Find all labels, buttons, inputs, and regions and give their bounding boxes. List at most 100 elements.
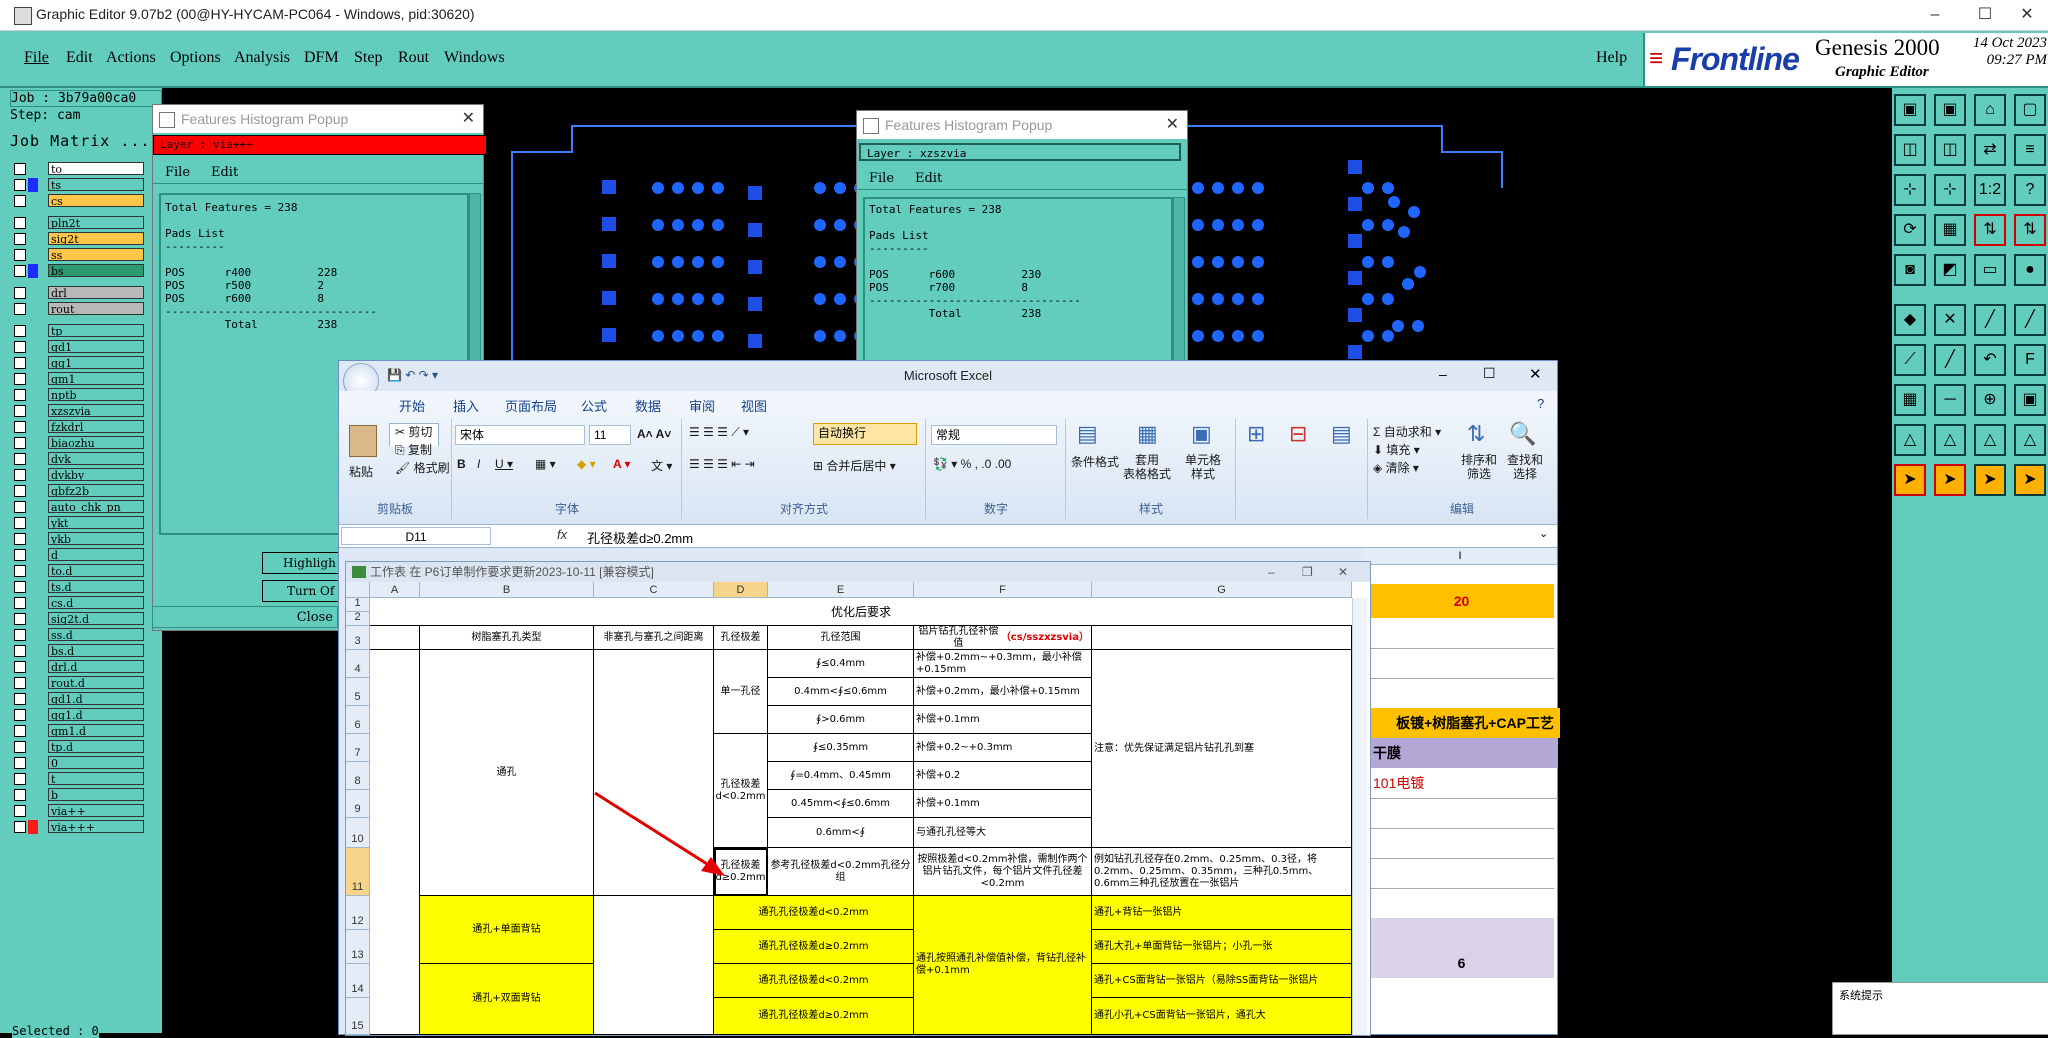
drill-pad[interactable] xyxy=(1232,293,1244,305)
square-pad[interactable] xyxy=(602,291,616,305)
drill-pad[interactable] xyxy=(672,182,684,194)
layer-checkbox[interactable] xyxy=(14,725,26,737)
bg-cell[interactable] xyxy=(1369,858,1554,889)
paste-button[interactable]: 粘贴 xyxy=(349,463,373,480)
drill-pad[interactable] xyxy=(834,256,846,268)
table-cell[interactable]: 补偿+0.1mm xyxy=(914,706,1092,734)
popup-menu-file[interactable]: File xyxy=(165,165,190,180)
square-pad[interactable] xyxy=(748,260,762,274)
toolbar-button-icon[interactable]: ╱ xyxy=(1934,344,1966,376)
find-select-button[interactable]: 查找和 选择 xyxy=(1507,453,1543,481)
table-cell[interactable]: 通孔孔径极差d≥0.2mm xyxy=(714,998,914,1035)
square-pad[interactable] xyxy=(748,223,762,237)
toolbar-button-icon[interactable]: △ xyxy=(1934,424,1966,456)
menu-analysis[interactable]: Analysis xyxy=(234,49,290,67)
layer-row[interactable]: xzszvia xyxy=(14,404,144,418)
bg-cell[interactable] xyxy=(1369,798,1554,829)
layer-checkbox[interactable] xyxy=(14,287,26,299)
row-header[interactable]: 11 xyxy=(346,848,370,896)
column-header[interactable]: A xyxy=(370,582,420,598)
merge-center-button[interactable]: ⊞ 合并后居中 ▾ xyxy=(813,457,896,474)
find-select-icon[interactable]: 🔍 xyxy=(1509,421,1536,447)
conditional-format-button[interactable]: 条件格式 xyxy=(1071,453,1119,470)
job-matrix-button[interactable]: Job Matrix ... xyxy=(10,132,160,150)
table-cell[interactable]: 通孔按照通孔补偿值补偿，背钻孔径补偿+0.1mm xyxy=(914,896,1092,1035)
square-pad[interactable] xyxy=(1348,308,1362,322)
layer-checkbox[interactable] xyxy=(14,469,26,481)
table-cell[interactable]: 树脂塞孔孔类型 xyxy=(420,626,594,650)
layer-row[interactable]: via++ xyxy=(14,804,144,818)
drill-pad[interactable] xyxy=(1362,219,1374,231)
toolbar-button-icon[interactable]: ⌂ xyxy=(1974,94,2006,126)
drill-pad[interactable] xyxy=(672,293,684,305)
layer-checkbox[interactable] xyxy=(14,533,26,545)
formula-input[interactable]: 孔径极差d≥0.2mm xyxy=(587,528,693,547)
layer-name[interactable]: ykt xyxy=(48,516,144,529)
square-pad[interactable] xyxy=(1348,197,1362,211)
drill-pad[interactable] xyxy=(1252,293,1264,305)
paste-icon[interactable] xyxy=(349,425,377,457)
drill-pad[interactable] xyxy=(652,219,664,231)
toolbar-button-icon[interactable]: ✕ xyxy=(1934,304,1966,336)
layer-name[interactable]: gg1 xyxy=(48,356,144,369)
layer-row[interactable]: ss xyxy=(14,248,144,262)
table-cell[interactable]: 通孔孔径极差d≥0.2mm xyxy=(714,930,914,964)
table-cell[interactable]: 补偿+0.1mm xyxy=(914,790,1092,818)
drill-pad[interactable] xyxy=(1192,330,1204,342)
layer-name[interactable]: sig2t xyxy=(48,232,144,245)
layer-checkbox[interactable] xyxy=(14,453,26,465)
menu-dfm[interactable]: DFM xyxy=(304,49,339,67)
layer-name[interactable]: cs.d xyxy=(48,596,144,609)
drill-pad[interactable] xyxy=(814,330,826,342)
layer-row[interactable]: gg1 xyxy=(14,356,144,370)
drill-pad[interactable] xyxy=(1252,219,1264,231)
toolbar-button-icon[interactable]: △ xyxy=(1894,424,1926,456)
row-header[interactable]: 14 xyxy=(346,964,370,998)
drill-pad[interactable] xyxy=(1192,293,1204,305)
drill-pad[interactable] xyxy=(1408,206,1420,218)
layer-row[interactable]: ts xyxy=(14,178,144,192)
drill-pad[interactable] xyxy=(1192,256,1204,268)
layer-checkbox[interactable] xyxy=(14,389,26,401)
number-format-icons[interactable]: 💱 ▾ % , .0 .00 xyxy=(933,457,1011,471)
drill-pad[interactable] xyxy=(1382,182,1394,194)
drill-pad[interactable] xyxy=(712,219,724,231)
layer-row[interactable]: sig2t.d xyxy=(14,612,144,626)
layer-row[interactable]: auto_chk_pn xyxy=(14,500,144,514)
table-cell[interactable]: 非塞孔与塞孔之间距离 xyxy=(594,626,714,650)
drill-pad[interactable] xyxy=(692,330,704,342)
fx-icon[interactable]: fx xyxy=(557,527,567,542)
toolbar-button-icon[interactable]: ▢ xyxy=(2014,94,2046,126)
table-cell[interactable]: 按照极差d<0.2mm补偿，需制作两个铝片钻孔文件，每个铝片文件孔径差<0.2m… xyxy=(914,848,1092,896)
menu-options[interactable]: Options xyxy=(170,49,221,67)
drill-pad[interactable] xyxy=(814,293,826,305)
tab-data[interactable]: 数据 xyxy=(635,396,661,415)
drill-pad[interactable] xyxy=(1212,256,1224,268)
table-format-icon[interactable]: ▦ xyxy=(1137,421,1158,447)
drill-pad[interactable] xyxy=(712,293,724,305)
drill-pad[interactable] xyxy=(1252,330,1264,342)
layer-row[interactable]: to.d xyxy=(14,564,144,578)
table-cell[interactable]: 补偿+0.2 xyxy=(914,762,1092,790)
layer-row[interactable]: drl.d xyxy=(14,660,144,674)
sort-filter-button[interactable]: 排序和 筛选 xyxy=(1461,453,1497,481)
system-prompt-window[interactable]: 系统提示 xyxy=(1832,982,2048,1035)
layer-row[interactable]: cs.d xyxy=(14,596,144,610)
row-header[interactable]: 5 xyxy=(346,678,370,706)
align-top-icons[interactable]: ☰ ☰ ☰ ⟋ ▾ xyxy=(689,425,749,440)
delete-cells-icon[interactable]: ⊟ xyxy=(1289,421,1307,447)
drill-pad[interactable] xyxy=(672,219,684,231)
toolbar-button-icon[interactable]: ⟳ xyxy=(1894,214,1926,246)
layer-name[interactable]: biaozhu xyxy=(48,436,144,449)
layer-checkbox[interactable] xyxy=(14,821,26,833)
layer-row[interactable]: ykt xyxy=(14,516,144,530)
drill-pad[interactable] xyxy=(712,256,724,268)
row-header[interactable]: 10 xyxy=(346,818,370,848)
layer-checkbox[interactable] xyxy=(14,163,26,175)
layer-checkbox[interactable] xyxy=(14,179,26,191)
layer-name[interactable]: gm1.d xyxy=(48,724,144,737)
layer-name[interactable]: dvk xyxy=(48,452,144,465)
layer-name[interactable]: tp.d xyxy=(48,740,144,753)
number-format-box[interactable]: 常规 xyxy=(931,425,1057,445)
layer-name[interactable]: gd1.d xyxy=(48,692,144,705)
